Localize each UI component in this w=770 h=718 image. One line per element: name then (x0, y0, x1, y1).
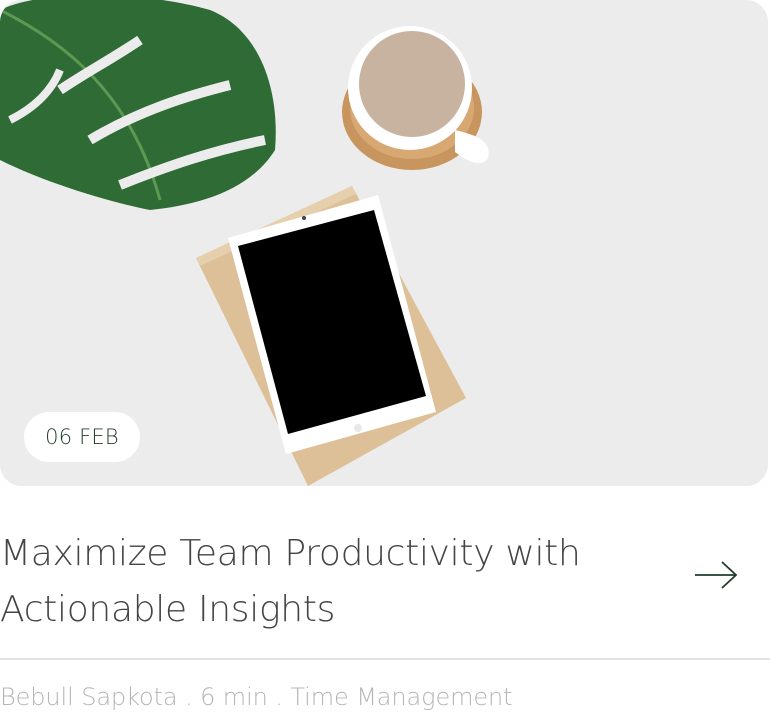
arrow-right-icon (695, 561, 738, 589)
post-title-line-1[interactable]: Maximize Team Productivity with (0, 526, 620, 582)
post-title[interactable]: Maximize Team Productivity with Actionab… (0, 526, 620, 638)
date-label: 06 FEB (45, 425, 119, 449)
read-more-button[interactable] (690, 555, 742, 595)
post-meta: Bebull Sapkota . 6 min . Time Management (0, 683, 513, 711)
post-title-line-2[interactable]: Actionable Insights (0, 582, 620, 638)
date-badge: 06 FEB (24, 412, 140, 462)
post-cover-image[interactable]: 06 FEB (0, 0, 768, 486)
divider (0, 658, 770, 660)
